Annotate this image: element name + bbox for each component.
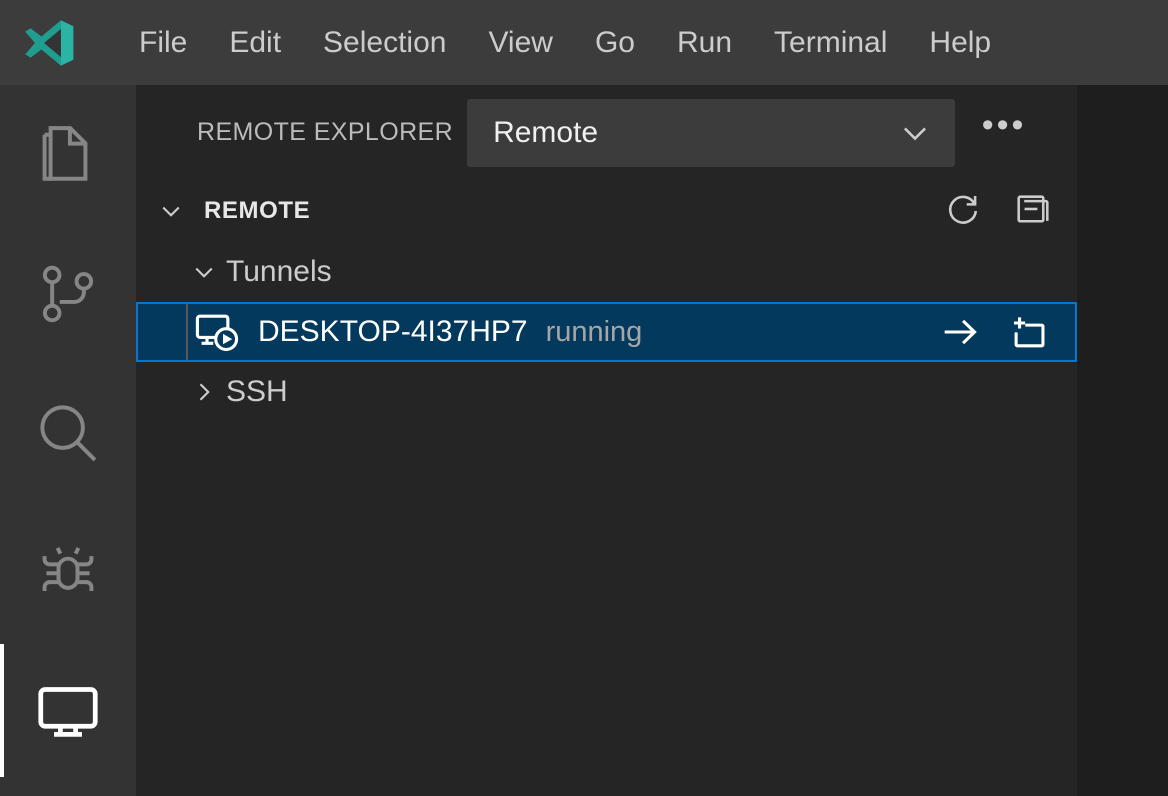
debug-icon	[30, 534, 106, 610]
vscode-logo	[22, 16, 76, 70]
search-icon	[30, 395, 106, 471]
tree-row-tunnels[interactable]: Tunnels	[136, 242, 1077, 302]
section-title-remote: REMOTE	[204, 197, 941, 225]
refresh-button[interactable]	[941, 189, 985, 233]
connect-current-window-button[interactable]	[937, 309, 983, 355]
activity-item-source-control[interactable]	[0, 224, 136, 363]
menu-file[interactable]: File	[118, 22, 208, 64]
files-icon	[30, 117, 106, 193]
empty-window-icon	[1005, 309, 1051, 355]
activity-item-run-and-debug[interactable]	[0, 502, 136, 641]
remote-tunnel-running-icon-wrap	[192, 307, 244, 357]
menu-terminal[interactable]: Terminal	[753, 22, 908, 64]
menu-bar: File Edit Selection View Go Run Terminal…	[118, 22, 1012, 64]
chevron-down-icon	[893, 111, 937, 155]
twisty-ssh[interactable]	[182, 375, 226, 409]
collapse-all-icon	[1011, 189, 1055, 233]
tunnel-row-actions	[937, 309, 1075, 355]
view-more-actions-button[interactable]: •••	[977, 106, 1031, 160]
tree-label-ssh: SSH	[226, 375, 288, 409]
section-actions	[941, 189, 1055, 233]
active-view-indicator	[0, 644, 4, 777]
remote-view-select[interactable]: Remote	[467, 99, 955, 167]
menu-edit[interactable]: Edit	[208, 22, 302, 64]
editor-area	[1077, 85, 1168, 796]
activity-item-remote-explorer[interactable]	[0, 641, 136, 780]
remote-view-select-value: Remote	[493, 116, 893, 150]
twisty-tunnels[interactable]	[182, 255, 226, 289]
refresh-icon	[941, 189, 985, 233]
title-bar: File Edit Selection View Go Run Terminal…	[0, 0, 1168, 85]
vscode-window: File Edit Selection View Go Run Terminal…	[0, 0, 1168, 796]
sidebar-title-bar: REMOTE EXPLORER Remote •••	[136, 85, 1077, 180]
tree-label-tunnels: Tunnels	[226, 255, 332, 289]
arrow-right-icon	[937, 309, 983, 355]
remote-tunnel-running-icon	[192, 307, 242, 357]
chevron-down-icon	[187, 255, 221, 289]
menu-selection[interactable]: Selection	[302, 22, 467, 64]
source-control-icon	[30, 256, 106, 332]
activity-bar	[0, 85, 136, 796]
tree-row-ssh[interactable]: SSH	[136, 362, 1077, 422]
side-bar: REMOTE EXPLORER Remote ••• REMOTE	[136, 85, 1077, 796]
tree-row-tunnel-desktop[interactable]: DESKTOP-4I37HP7 running	[136, 302, 1077, 362]
chevron-down-icon	[154, 194, 188, 228]
chevron-right-icon	[187, 375, 221, 409]
activity-item-search[interactable]	[0, 363, 136, 502]
menu-view[interactable]: View	[467, 22, 573, 64]
remote-monitor-icon	[30, 673, 106, 749]
tunnel-status: running	[546, 316, 643, 349]
section-header-remote[interactable]: REMOTE	[136, 180, 1077, 242]
collapse-all-button[interactable]	[1011, 189, 1055, 233]
page-title: REMOTE EXPLORER	[197, 118, 453, 147]
tunnel-name: DESKTOP-4I37HP7	[258, 315, 528, 349]
menu-run[interactable]: Run	[656, 22, 753, 64]
indent-guide	[186, 304, 188, 360]
connect-new-window-button[interactable]	[1005, 309, 1051, 355]
menu-help[interactable]: Help	[908, 22, 1012, 64]
menu-go[interactable]: Go	[574, 22, 656, 64]
activity-item-explorer[interactable]	[0, 85, 136, 224]
